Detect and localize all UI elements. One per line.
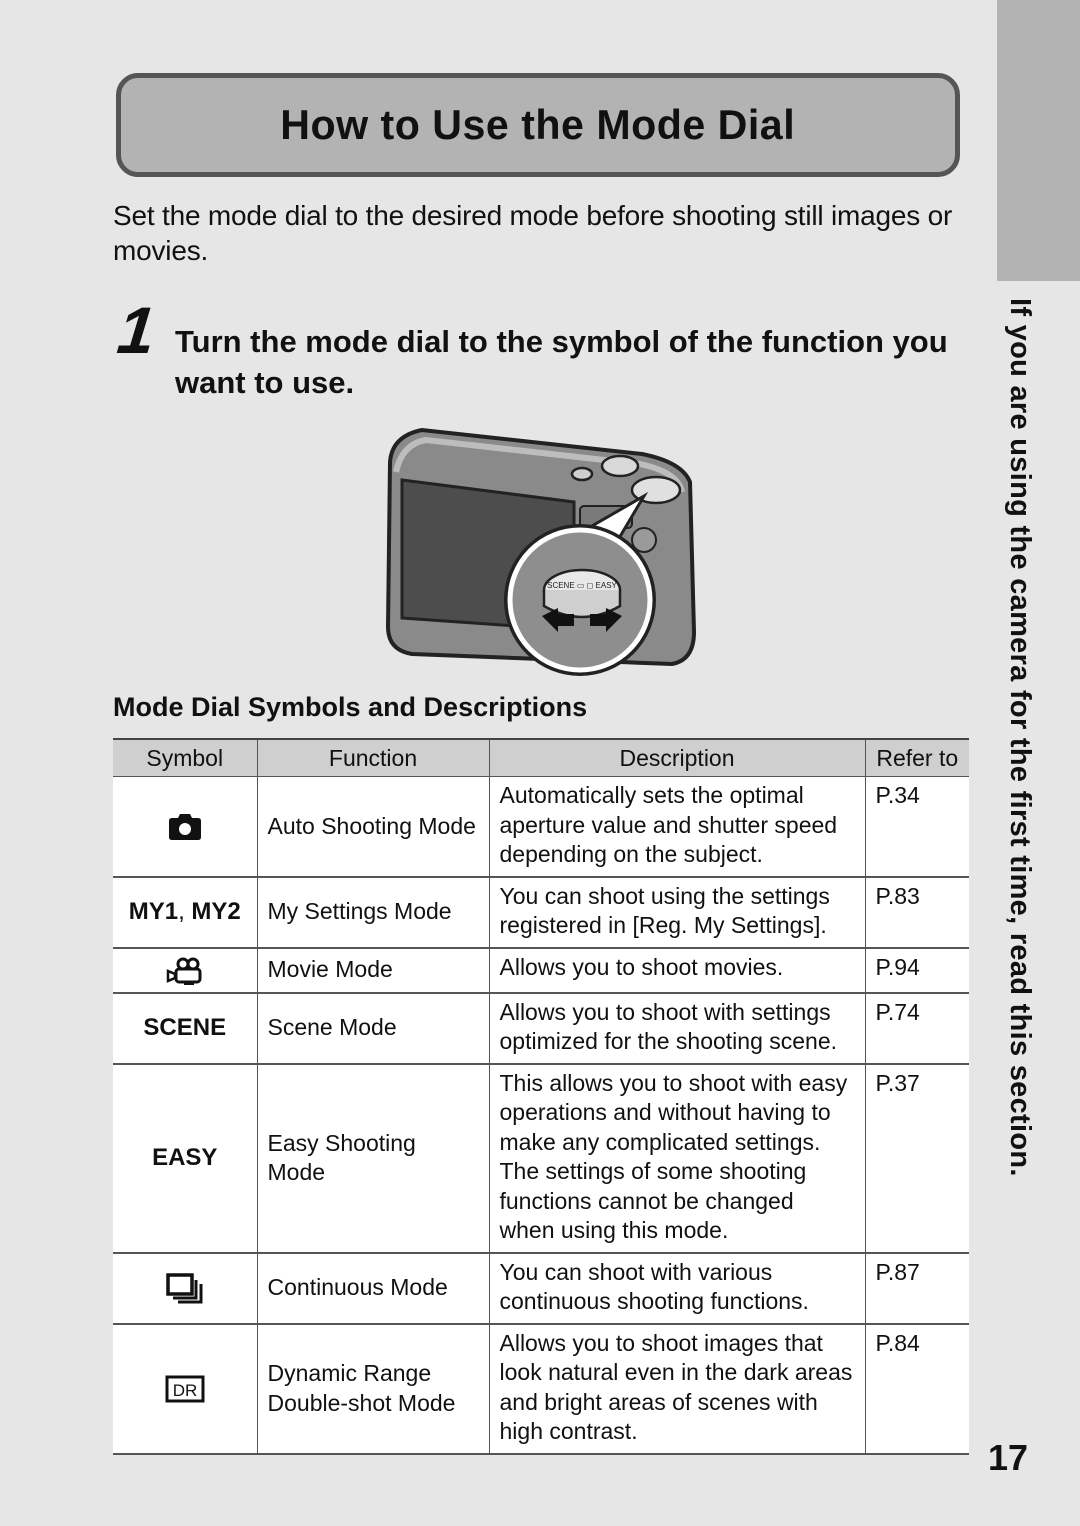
table-heading: Mode Dial Symbols and Descriptions xyxy=(113,692,588,722)
symbol-cell: DR xyxy=(113,1323,257,1455)
movie-camera-icon xyxy=(165,956,205,985)
function-cell: My Settings Mode xyxy=(256,876,489,949)
refer-cell: P.83 xyxy=(864,876,969,949)
page-title-box: How to Use the Mode Dial xyxy=(116,73,960,177)
refer-cell: P.94 xyxy=(864,947,969,994)
page-number: 17 xyxy=(988,1437,1029,1478)
column-header-function: Function xyxy=(256,738,489,777)
description-cell: You can shoot using the settings registe… xyxy=(488,876,865,949)
function-cell: Scene Mode xyxy=(256,992,489,1065)
symbol-cell xyxy=(113,947,257,994)
symbol-cell: MY1, MY2 xyxy=(113,876,257,949)
description-cell: Automatically sets the optimal aperture … xyxy=(488,776,865,878)
function-cell: Dynamic Range Double-shot Mode xyxy=(256,1323,489,1455)
dynamic-range-icon: DR xyxy=(165,1375,205,1403)
symbol-text: MY1, MY2 xyxy=(128,898,241,926)
symbol-cell: SCENE xyxy=(113,992,257,1065)
symbol-cell: EASY xyxy=(113,1063,257,1254)
refer-cell: P.84 xyxy=(864,1323,969,1455)
description-cell: You can shoot with various continuous sh… xyxy=(488,1252,865,1325)
step-instruction: Turn the mode dial to the symbol of the … xyxy=(175,324,948,400)
table-row: Movie Mode Allows you to shoot movies. P… xyxy=(113,947,969,994)
table-header-row: Symbol Function Description Refer to xyxy=(113,738,969,777)
scene-symbol: SCENE xyxy=(143,1014,227,1042)
table-row: DR Dynamic Range Double-shot Mode Allows… xyxy=(113,1323,969,1455)
symbol-cell xyxy=(113,1252,257,1325)
description-cell: This allows you to shoot with easy opera… xyxy=(488,1063,865,1254)
refer-cell: P.74 xyxy=(864,992,969,1065)
mode-dial-table: Symbol Function Description Refer to Aut… xyxy=(113,738,969,1455)
easy-symbol: EASY xyxy=(152,1144,218,1172)
table-row: EASY Easy Shooting Mode This allows you … xyxy=(113,1063,969,1254)
camera-mode-dial-illustration: SCENE ▭ ◻ EASY xyxy=(382,422,698,676)
table-row: Auto Shooting Mode Automatically sets th… xyxy=(113,776,969,878)
function-cell: Auto Shooting Mode xyxy=(256,776,489,878)
refer-cell: P.87 xyxy=(864,1252,969,1325)
description-cell: Allows you to shoot with settings optimi… xyxy=(488,992,865,1065)
table-row: SCENE Scene Mode Allows you to shoot wit… xyxy=(113,992,969,1065)
column-header-description: Description xyxy=(488,738,865,777)
side-tab-text: If you are using the camera for the firs… xyxy=(1004,298,1036,1177)
refer-cell: P.37 xyxy=(864,1063,969,1254)
side-tab-label: If you are using the camera for the firs… xyxy=(1000,298,1040,1177)
function-cell: Movie Mode xyxy=(256,947,489,994)
camera-icon xyxy=(167,812,203,841)
description-cell: Allows you to shoot movies. xyxy=(488,947,865,994)
table-row: Continuous Mode You can shoot with vario… xyxy=(113,1252,969,1325)
step-number: 1 xyxy=(114,293,159,367)
symbol-cell xyxy=(113,776,257,878)
description-cell: Allows you to shoot images that look nat… xyxy=(488,1323,865,1455)
continuous-mode-icon xyxy=(165,1273,205,1304)
function-cell: Easy Shooting Mode xyxy=(256,1063,489,1254)
column-header-refer: Refer to xyxy=(864,738,969,777)
svg-text:DR: DR xyxy=(172,1381,197,1400)
svg-text:SCENE ▭ ◻ EASY: SCENE ▭ ◻ EASY xyxy=(547,581,617,590)
column-header-symbol: Symbol xyxy=(113,738,257,777)
side-tab xyxy=(997,0,1080,281)
page-title: How to Use the Mode Dial xyxy=(280,101,796,148)
table-row: MY1, MY2 My Settings Mode You can shoot … xyxy=(113,876,969,949)
function-cell: Continuous Mode xyxy=(256,1252,489,1325)
intro-paragraph: Set the mode dial to the desired mode be… xyxy=(113,200,953,266)
refer-cell: P.34 xyxy=(864,776,969,878)
